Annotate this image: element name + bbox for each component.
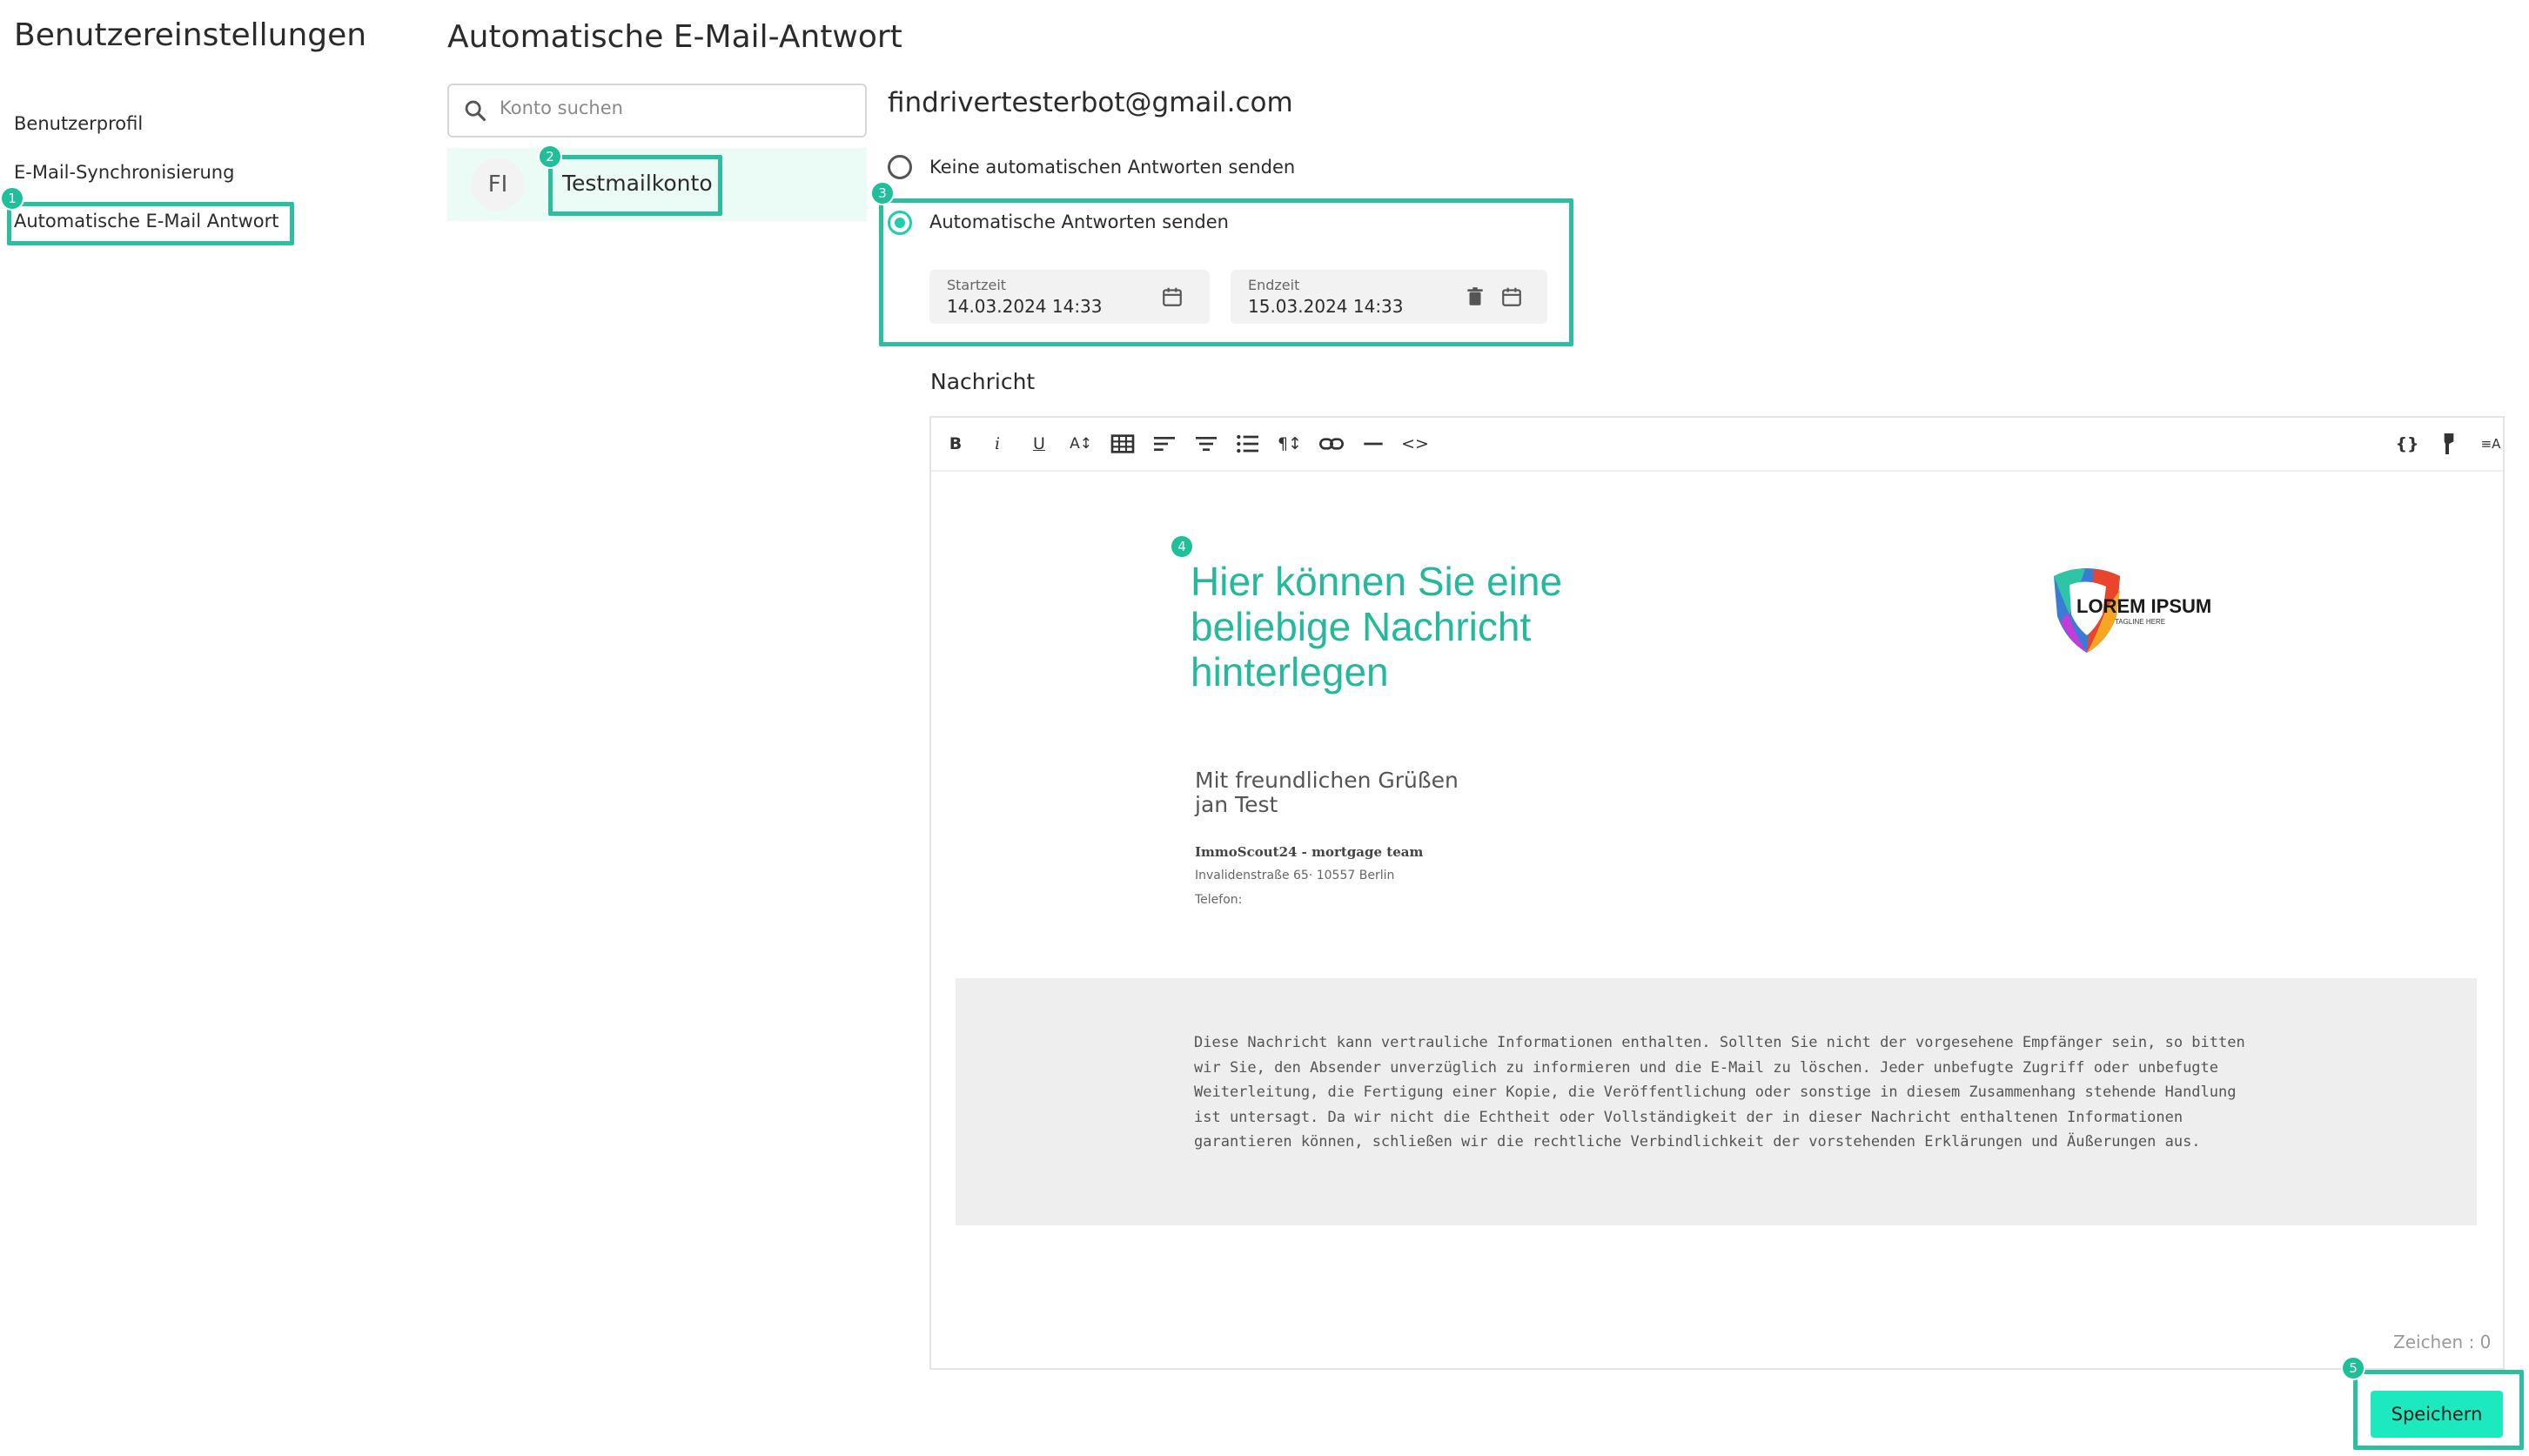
italic-icon[interactable]: i	[983, 430, 1011, 458]
radio-no-auto-reply-label: Keine automatischen Antworten senden	[929, 157, 1296, 178]
signature-name: jan Test	[1195, 792, 1278, 817]
logo-tagline: TAGLINE HERE	[2115, 618, 2166, 626]
avatar: FI	[472, 158, 524, 211]
annotation-box-5	[2353, 1370, 2524, 1450]
format-paint-icon[interactable]	[2435, 430, 2463, 458]
disclaimer-text: Diese Nachricht kann vertrauliche Inform…	[1194, 1034, 2245, 1151]
signature-address: Invalidenstraße 65· 10557 Berlin	[1195, 869, 1395, 882]
annotation-box-2	[548, 155, 722, 216]
braces-icon[interactable]: {}	[2393, 430, 2421, 458]
bold-icon[interactable]: B	[942, 430, 969, 458]
sidebar-item-email-sync[interactable]: E-Mail-Synchronisierung	[14, 162, 234, 183]
align-center-icon[interactable]	[1192, 430, 1220, 458]
radio-no-auto-reply[interactable]	[888, 155, 912, 179]
annotation-badge-1: 1	[0, 186, 24, 211]
settings-title: Benutzereinstellungen	[14, 17, 367, 53]
table-icon[interactable]	[1109, 430, 1137, 458]
annotation-badge-3: 3	[870, 181, 895, 205]
font-size-icon[interactable]: A↕	[1067, 430, 1095, 458]
logo-text: LOREM IPSUM	[2076, 595, 2212, 617]
signature-phone: Telefon:	[1195, 893, 1243, 907]
paragraph-icon[interactable]: ¶↕	[1276, 430, 1304, 458]
page-title: Automatische E-Mail-Antwort	[447, 19, 902, 55]
account-email: findrivertesterbot@gmail.com	[888, 87, 1293, 118]
message-editor[interactable]: B i U A↕ ¶↕ <> {} ≡A	[929, 416, 2505, 1370]
annotation-box-3	[879, 198, 1573, 346]
annotation-box-1	[7, 202, 294, 245]
link-icon[interactable]	[1318, 430, 1345, 458]
list-icon[interactable]	[1234, 430, 1262, 458]
text-direction-icon[interactable]: ≡A	[2477, 430, 2505, 458]
underline-icon[interactable]: U	[1025, 430, 1053, 458]
annotation-badge-2: 2	[538, 144, 562, 169]
search-icon	[465, 100, 486, 122]
company-logo: LOREM IPSUM TAGLINE HERE	[2045, 564, 2219, 654]
annotation-badge-4: 4	[1170, 534, 1194, 559]
signature-company: ImmoScout24 - mortgage team	[1195, 844, 1424, 860]
account-search[interactable]	[447, 84, 867, 138]
signature-greeting: Mit freundlichen Grüßen	[1195, 768, 1459, 793]
message-label: Nachricht	[930, 369, 1036, 394]
message-headline: Hier können Sie eine beliebige Nachricht…	[1191, 559, 1563, 694]
editor-toolbar: B i U A↕ ¶↕ <> {} ≡A	[931, 418, 2503, 472]
horizontal-rule-icon[interactable]	[1359, 430, 1387, 458]
code-icon[interactable]: <>	[1401, 430, 1429, 458]
annotation-badge-5: 5	[2341, 1356, 2365, 1380]
search-input[interactable]	[500, 97, 848, 118]
sidebar-item-benutzerprofil[interactable]: Benutzerprofil	[14, 113, 143, 134]
align-left-icon[interactable]	[1150, 430, 1178, 458]
character-counter: Zeichen : 0	[2393, 1332, 2492, 1352]
